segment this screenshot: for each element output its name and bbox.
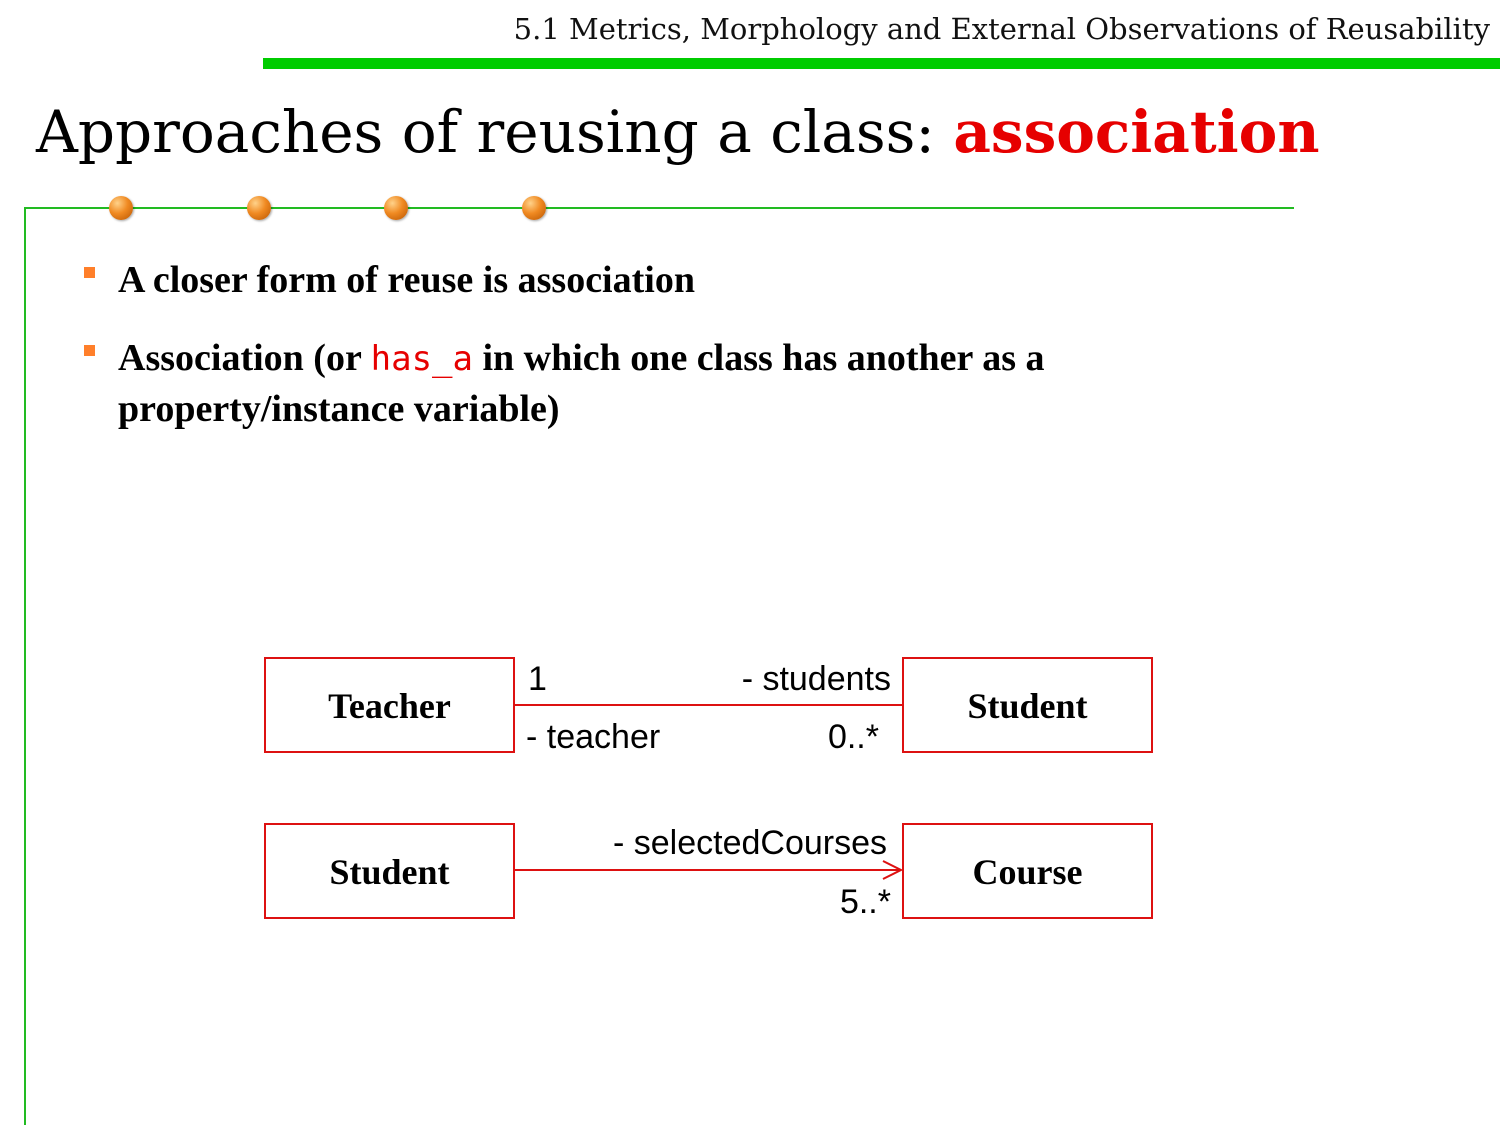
target-role-label: - students xyxy=(742,660,891,698)
source-multiplicity-label: 1 xyxy=(528,660,547,698)
uml-class-diagram: Teacher Student 1 - students - teacher 0… xyxy=(264,657,1153,921)
class-name-teacher: Teacher xyxy=(328,686,451,726)
target-role-label-2: - selectedCourses xyxy=(613,824,887,862)
class-name-student: Student xyxy=(967,686,1087,726)
target-multiplicity-label-2: 5..* xyxy=(840,883,891,921)
source-role-label: - teacher xyxy=(526,718,660,756)
class-name-course: Course xyxy=(973,852,1083,892)
target-multiplicity-label: 0..* xyxy=(828,718,879,756)
class-name-student-2: Student xyxy=(329,852,449,892)
